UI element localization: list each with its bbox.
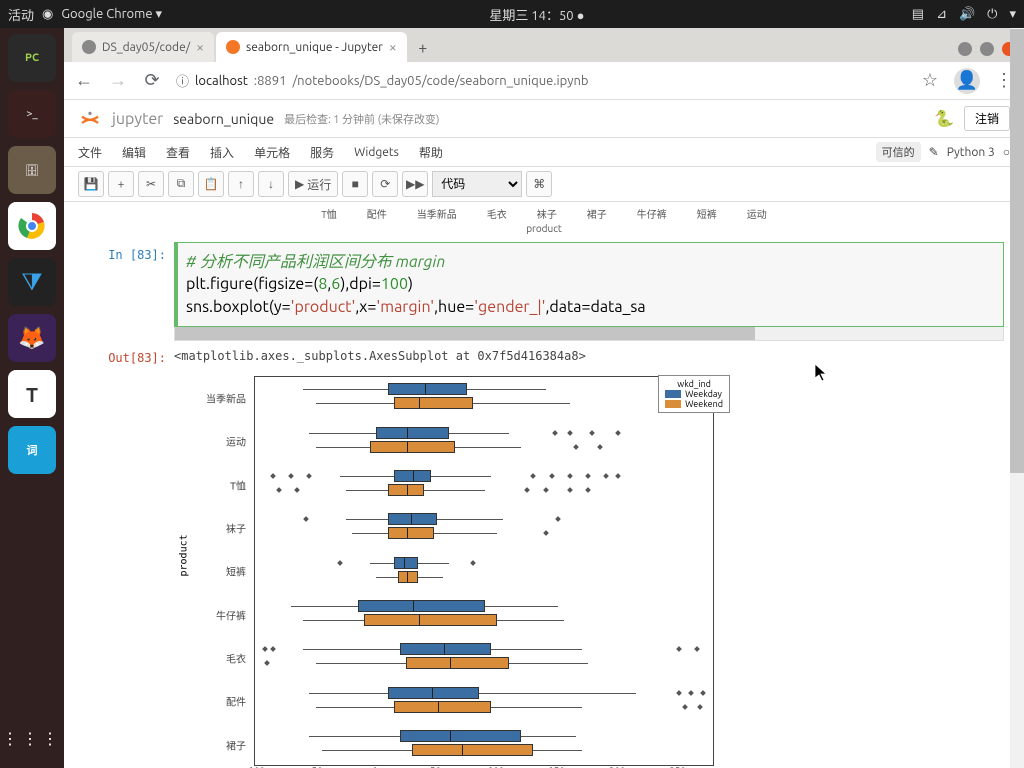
folder-icon	[82, 40, 96, 54]
menu-widgets[interactable]: Widgets	[354, 146, 399, 159]
add-cell-button[interactable]: +	[108, 171, 134, 197]
command-palette-button[interactable]: ⌘	[526, 171, 552, 197]
activities-label[interactable]: 活动	[8, 5, 34, 24]
info-icon[interactable]: ⓘ	[176, 71, 189, 90]
new-tab-button[interactable]: +	[409, 34, 437, 62]
menu-bar: 文件 编辑 查看 插入 单元格 服务 Widgets 帮助 可信的 ✎ Pyth…	[64, 138, 1024, 167]
show-apps[interactable]: ⋮⋮⋮	[2, 729, 62, 748]
copy-button[interactable]: ⧉	[168, 171, 194, 197]
prev-chart-xlabel: product	[84, 223, 1004, 234]
app-chrome[interactable]	[8, 202, 56, 250]
paste-button[interactable]: 📋	[198, 171, 224, 197]
checkpoint-label: 最后检查: 1 分钟前 (未保存改变)	[284, 111, 439, 127]
mouse-cursor	[815, 364, 831, 384]
menu-insert[interactable]: 插入	[210, 144, 234, 161]
tab-title: DS_day05/code/	[102, 41, 190, 54]
code-editor[interactable]: # 分析不同产品利润区间分布 margin plt.figure(figsize…	[174, 242, 1004, 327]
menu-file[interactable]: 文件	[78, 144, 102, 161]
out-prompt: Out[83]:	[84, 345, 174, 768]
move-down-button[interactable]: ↓	[258, 171, 284, 197]
kernel-name[interactable]: Python 3	[947, 146, 995, 159]
app-menu[interactable]: Google Chrome ▾	[61, 7, 162, 22]
notebook-body[interactable]: T恤配件当季新品毛衣袜子裙子牛仔裤短裤运动 product In [83]: #…	[64, 202, 1024, 768]
stop-button[interactable]: ■	[342, 171, 368, 197]
network-icon[interactable]: ▤	[912, 7, 924, 22]
tab-title: seaborn_unique - Jupyter	[246, 41, 383, 54]
app-dictionary[interactable]: 词	[8, 426, 56, 474]
bookmark-icon[interactable]: ☆	[920, 70, 940, 91]
browser-window: DS_day05/code/ × seaborn_unique - Jupyte…	[64, 28, 1024, 768]
code-cell[interactable]: In [83]: # 分析不同产品利润区间分布 margin plt.figur…	[84, 242, 1004, 341]
jupyter-header: jupyter seaborn_unique 最后检查: 1 分钟前 (未保存改…	[64, 100, 1024, 138]
restart-button[interactable]: ⟳	[372, 171, 398, 197]
chrome-icon: ◉	[42, 7, 53, 22]
menu-cell[interactable]: 单元格	[254, 144, 290, 161]
wifi-icon[interactable]: ⊿	[936, 7, 947, 22]
power-icon[interactable]: ⏻	[987, 7, 997, 22]
url-field[interactable]: ⓘ localhost :8891/notebooks/DS_day05/code…	[176, 71, 906, 90]
horizontal-scrollbar[interactable]	[174, 327, 1004, 341]
y-axis-label: product	[179, 535, 190, 577]
prev-chart-xlabels: T恤配件当季新品毛衣袜子裙子牛仔裤短裤运动	[84, 202, 1004, 223]
output-text: <matplotlib.axes._subplots.AxesSubplot a…	[174, 345, 1004, 367]
edit-icon[interactable]: ✎	[929, 145, 939, 159]
notebook-title[interactable]: seaborn_unique	[173, 111, 274, 127]
window-maximize[interactable]	[980, 42, 994, 56]
tab-0[interactable]: DS_day05/code/ ×	[72, 32, 214, 62]
window-minimize[interactable]	[958, 42, 972, 56]
tab-1[interactable]: seaborn_unique - Jupyter ×	[216, 32, 407, 62]
app-vscode[interactable]: ⧩	[8, 258, 56, 306]
celltype-select[interactable]: 代码	[432, 171, 522, 197]
close-icon[interactable]: ×	[196, 39, 204, 55]
chart-legend: wkd_ind Weekday Weekend	[658, 375, 730, 413]
python-icon: 🐍	[934, 109, 954, 128]
menu-kernel[interactable]: 服务	[310, 144, 334, 161]
jupyter-logo-icon	[78, 107, 102, 131]
close-icon[interactable]: ×	[389, 39, 397, 55]
volume-icon[interactable]: 🔊	[959, 7, 975, 22]
tab-strip: DS_day05/code/ × seaborn_unique - Jupyte…	[64, 28, 1024, 62]
app-terminal[interactable]: >_	[8, 90, 56, 138]
logout-button[interactable]: 注销	[964, 106, 1010, 131]
url-port: :8891	[254, 74, 287, 88]
caret-icon[interactable]: ▾	[1009, 7, 1016, 22]
url-path: /notebooks/DS_day05/code/seaborn_unique.…	[292, 74, 588, 88]
jupyter-brand[interactable]: jupyter	[112, 110, 163, 128]
trusted-badge[interactable]: 可信的	[876, 142, 921, 162]
fastforward-button[interactable]: ▶▶	[402, 171, 428, 197]
forward-button[interactable]: →	[108, 70, 128, 91]
in-prompt: In [83]:	[84, 242, 174, 341]
app-texteditor[interactable]: T	[8, 370, 56, 418]
menu-edit[interactable]: 编辑	[122, 144, 146, 161]
app-files[interactable]: 🗄	[8, 146, 56, 194]
menu-view[interactable]: 查看	[166, 144, 190, 161]
clock[interactable]: 星期三 14：50 ●	[162, 5, 912, 24]
profile-icon[interactable]: 👤	[954, 68, 980, 94]
cut-button[interactable]: ✂	[138, 171, 164, 197]
jupyter-icon	[226, 40, 240, 54]
kernel-status-icon: ○	[1003, 145, 1010, 159]
output-cell: Out[83]: <matplotlib.axes._subplots.Axes…	[84, 345, 1004, 768]
app-pycharm[interactable]: PC	[8, 34, 56, 82]
back-button[interactable]: ←	[74, 70, 94, 91]
run-button[interactable]: ▶ 运行	[288, 171, 338, 197]
reload-button[interactable]: ⟳	[142, 70, 162, 91]
move-up-button[interactable]: ↑	[228, 171, 254, 197]
url-host: localhost	[195, 74, 248, 88]
app-firefox[interactable]: 🦊	[8, 314, 56, 362]
address-bar: ← → ⟳ ⓘ localhost :8891/notebooks/DS_day0…	[64, 62, 1024, 100]
os-topbar: 活动 ◉ Google Chrome ▾ 星期三 14：50 ● ▤ ⊿ 🔊 ⏻…	[0, 0, 1024, 28]
boxplot-chart: wkd_ind Weekday Weekend 当季新品运动T恤袜子短裤牛仔裤毛…	[174, 371, 734, 768]
launcher: PC >_ 🗄 ⧩ 🦊 T 词 ⋮⋮⋮	[0, 28, 64, 768]
save-button[interactable]: 💾	[78, 171, 104, 197]
menu-help[interactable]: 帮助	[419, 144, 443, 161]
toolbar: 💾 + ✂ ⧉ 📋 ↑ ↓ ▶ 运行 ■ ⟳ ▶▶ 代码 ⌘	[64, 167, 1024, 202]
vertical-scrollbar[interactable]	[1010, 202, 1024, 768]
